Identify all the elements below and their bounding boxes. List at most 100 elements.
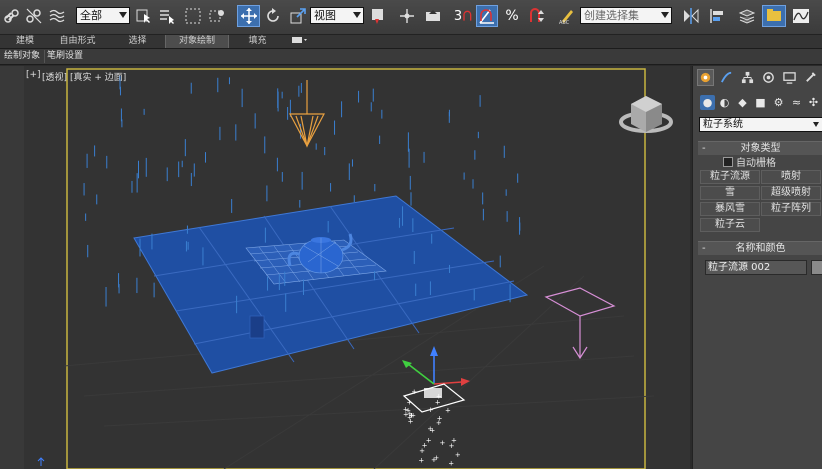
tab-object-paint[interactable]: 对象绘制 xyxy=(165,35,229,48)
mirror-icon[interactable] xyxy=(680,5,702,27)
snaps-toggle-icon[interactable]: 3 xyxy=(452,5,476,27)
sparkle: + xyxy=(431,456,437,464)
brush-settings-button[interactable]: 笔刷设置 xyxy=(44,50,85,63)
tab-freeform[interactable]: 自由形式 xyxy=(55,35,100,48)
name-color-rollout-header[interactable]: - 名称和颜色 xyxy=(698,241,822,255)
sparkle: + xyxy=(435,398,441,406)
auto-grid-label: 自动栅格 xyxy=(736,158,776,169)
selection-filter-value: 全部 xyxy=(80,9,102,22)
sparkle: + xyxy=(439,439,445,447)
sparkle: + xyxy=(411,388,417,396)
axis-tripod xyxy=(37,457,45,466)
name-color-title: 名称和颜色 xyxy=(735,243,786,254)
bind-spacewarp-icon[interactable] xyxy=(47,5,67,27)
shapes-icon[interactable]: ◐ xyxy=(717,95,732,110)
select-move-icon[interactable] xyxy=(237,5,260,27)
percent-snap-icon[interactable]: % xyxy=(501,5,523,27)
category-dropdown[interactable]: 粒子系统 xyxy=(699,117,822,132)
sparkle: + xyxy=(428,406,434,414)
sparkle: + xyxy=(427,425,433,433)
perspective-viewport[interactable]: [+] [透视] [真实 + 边面] + + + + + + + + + + +… xyxy=(24,66,690,469)
link-icon[interactable] xyxy=(2,5,22,27)
sparkle: + xyxy=(406,398,412,406)
particle-sparkles: ++++++++++++++++++++++++++++ ++ xyxy=(403,388,461,467)
camera-object xyxy=(544,287,616,360)
rectangular-selection-icon[interactable] xyxy=(183,5,203,27)
curve-editor-icon[interactable] xyxy=(790,5,812,27)
svg-text:ABC: ABC xyxy=(559,20,570,25)
create-icon[interactable] xyxy=(697,69,714,86)
auto-grid-checkbox[interactable]: 自动栅格 xyxy=(723,154,776,169)
align-icon[interactable] xyxy=(706,5,728,27)
collapse-icon: - xyxy=(702,243,706,254)
left-strip xyxy=(0,66,25,469)
spacewarps-icon[interactable]: ≈ xyxy=(789,95,804,110)
reference-coord-dropdown[interactable]: 视图 xyxy=(310,7,364,24)
utilities-icon[interactable] xyxy=(802,69,819,86)
select-object-icon[interactable] xyxy=(134,5,154,27)
particle-emitter xyxy=(289,80,325,148)
sparkle: + xyxy=(451,436,457,444)
tab-modeling[interactable]: 建模 xyxy=(10,35,40,48)
object-name-field[interactable]: 粒子流源 002 xyxy=(705,260,807,275)
object-paint-subbar: 绘制对象 笔刷设置 xyxy=(0,49,822,65)
main-toolbar: 全部 视图 3 % ABC 创建选择集 xyxy=(0,0,822,35)
blizzard-button[interactable]: 暴风雪 xyxy=(700,202,760,216)
deflector-plane xyxy=(133,195,529,374)
edit-named-selection-icon[interactable]: ABC xyxy=(556,5,578,27)
object-type-title: 对象类型 xyxy=(740,143,781,154)
display-icon[interactable] xyxy=(781,69,798,86)
select-scale-icon[interactable] xyxy=(288,5,308,27)
modify-icon[interactable] xyxy=(718,69,735,86)
sparkle: + xyxy=(408,418,414,426)
geometry-icon[interactable]: ● xyxy=(700,95,715,110)
chevron-down-icon xyxy=(353,12,361,18)
layer-manager-icon[interactable] xyxy=(736,5,758,27)
motion-icon[interactable] xyxy=(760,69,777,86)
lights-icon[interactable]: ◆ xyxy=(735,95,750,110)
spray-button[interactable]: 喷射 xyxy=(761,170,821,184)
unlink-icon[interactable] xyxy=(24,5,44,27)
super-spray-button[interactable]: 超级喷射 xyxy=(761,186,821,200)
parray-button[interactable]: 粒子阵列 xyxy=(761,202,821,216)
viewcube xyxy=(619,96,673,133)
select-manipulate-icon[interactable] xyxy=(396,5,418,27)
select-by-name-icon[interactable] xyxy=(157,5,177,27)
select-rotate-icon[interactable] xyxy=(263,5,283,27)
window-crossing-icon[interactable] xyxy=(207,5,227,27)
sparkle: + xyxy=(448,460,454,468)
pcloud-button[interactable]: 粒子云 xyxy=(700,218,760,232)
category-value: 粒子系统 xyxy=(703,119,743,130)
checkbox-box xyxy=(723,157,733,167)
paint-objects-button[interactable]: 绘制对象 xyxy=(2,50,42,63)
angle-snap-icon[interactable] xyxy=(476,5,498,27)
snap-value: 3 xyxy=(453,8,463,24)
sparkle: + xyxy=(455,451,461,459)
selection-filter-dropdown[interactable]: 全部 xyxy=(76,7,130,24)
small-box xyxy=(249,315,265,339)
reference-coord-value: 视图 xyxy=(314,9,336,22)
sparkle: + xyxy=(422,441,428,449)
ribbon-toggle-icon[interactable] xyxy=(288,35,312,48)
tab-selection[interactable]: 选择 xyxy=(120,35,155,48)
hierarchy-icon[interactable] xyxy=(739,69,756,86)
tab-populate[interactable]: 填充 xyxy=(240,35,275,48)
named-selection-dropdown[interactable]: 创建选择集 xyxy=(580,7,672,24)
collapse-icon: - xyxy=(702,143,706,154)
systems-icon[interactable]: ✣ xyxy=(806,95,821,110)
snow-button[interactable]: 雪 xyxy=(700,186,760,200)
keyboard-shortcut-override-icon[interactable] xyxy=(422,5,444,27)
object-color-swatch[interactable] xyxy=(811,260,822,275)
cameras-icon[interactable]: ■ xyxy=(753,95,768,110)
spinner-snap-icon[interactable] xyxy=(526,5,548,27)
sparkle: + xyxy=(436,419,442,427)
ribbon-tabs: 建模 自由形式 选择 对象绘制 填充 xyxy=(0,35,822,49)
pf-source-button[interactable]: 粒子流源 xyxy=(700,170,760,184)
scene-explorer-icon[interactable] xyxy=(762,5,786,27)
viewport-scene: ++++++++++++++++++++++++++++ ++ xyxy=(37,68,673,469)
chevron-down-icon xyxy=(119,12,127,18)
pivot-center-icon[interactable] xyxy=(367,5,389,27)
command-panel: ● ◐ ◆ ■ ⚙ ≈ ✣ 粒子系统 - 对象类型 自动栅格 粒子流源 喷射 雪… xyxy=(692,66,822,469)
object-type-rollout-header[interactable]: - 对象类型 xyxy=(698,141,822,155)
helpers-icon[interactable]: ⚙ xyxy=(771,95,786,110)
